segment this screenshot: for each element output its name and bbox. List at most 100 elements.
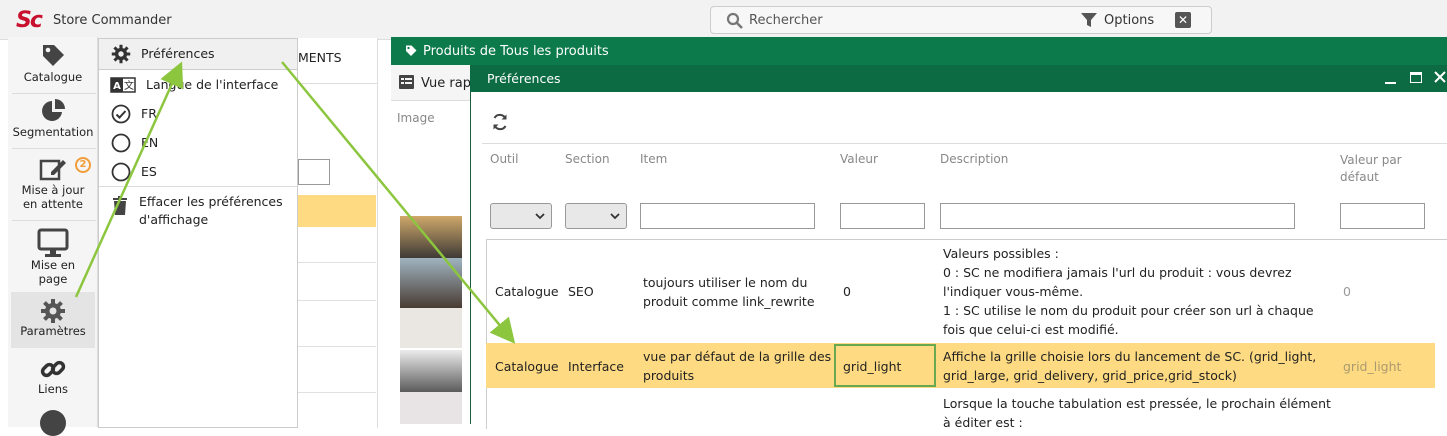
- divider: [12, 220, 96, 221]
- column-header-description[interactable]: Description: [940, 152, 1008, 166]
- chevron-down-icon: [535, 213, 545, 220]
- divider: [298, 262, 376, 263]
- cell-section: Interface: [568, 359, 624, 374]
- menu-item-label: Effacer les préférences: [139, 194, 283, 209]
- description-line: l'indiquer vous-même.: [943, 284, 1084, 299]
- column-header-default[interactable]: Valeur par défaut: [1340, 152, 1420, 186]
- cell-description: Valeurs possibles : 0 : SC ne modifiera …: [943, 244, 1314, 339]
- description-line: 0 : SC ne modifiera jamais l'url du prod…: [943, 265, 1292, 280]
- divider: [99, 186, 297, 187]
- checked-radio-icon[interactable]: [111, 104, 131, 124]
- filter-default-input[interactable]: [1340, 203, 1425, 229]
- app-logo: Sc: [16, 8, 43, 33]
- divider: [486, 239, 1447, 240]
- language-option-es[interactable]: ES: [141, 164, 157, 179]
- description-line: fois que celui-ci est modifié.: [943, 322, 1119, 337]
- image-column-header: Image: [397, 111, 435, 125]
- description-line: à éditer est :: [943, 415, 1023, 430]
- filter-valeur-input[interactable]: [840, 203, 925, 229]
- selected-row[interactable]: [298, 195, 376, 227]
- product-thumbnail: [400, 216, 462, 258]
- menu-item-clear-prefs[interactable]: Effacer les préférences d'affichage: [139, 194, 283, 227]
- dialog-title: Préférences: [487, 71, 561, 86]
- menu-item-language[interactable]: Langue de l'interface: [146, 77, 278, 92]
- column-header-outil[interactable]: Outil: [490, 152, 518, 166]
- description-line: 1 : SC utilise le nom du produit pour cr…: [943, 303, 1314, 318]
- filter-input[interactable]: [298, 159, 330, 185]
- notification-badge: 2: [75, 157, 91, 173]
- divider: [12, 93, 96, 94]
- sidebar-item-label: Liens: [38, 382, 68, 396]
- app-title: Store Commander: [53, 13, 172, 28]
- cell-valeur[interactable]: 0: [843, 282, 851, 301]
- cell-item-line: vue par défaut de la grille des: [643, 349, 832, 364]
- language-option-fr[interactable]: FR: [141, 106, 157, 121]
- sidebar-item-label: page: [38, 272, 68, 286]
- filter-description-input[interactable]: [940, 203, 1295, 229]
- column-header-valeur[interactable]: Valeur: [840, 152, 878, 166]
- cell-item-line: toujours utiliser le nom du: [643, 275, 808, 290]
- product-thumbnail: [400, 350, 462, 392]
- minimize-icon[interactable]: [1385, 82, 1396, 84]
- sidebar-item-label: Segmentation: [12, 125, 94, 139]
- sidebar-item-catalogue[interactable]: Catalogue: [8, 42, 98, 84]
- radio-icon[interactable]: [111, 133, 131, 153]
- divider: [298, 83, 378, 84]
- filter-item-input[interactable]: [640, 203, 815, 229]
- sidebar-item-layout[interactable]: Mise en page: [8, 228, 98, 286]
- dialog-header: [470, 65, 1447, 92]
- sidebar-item-links[interactable]: Liens: [8, 356, 98, 396]
- dialog-toolbar: [482, 104, 1447, 144]
- edit-icon: [39, 159, 66, 181]
- cell-section: SEO: [568, 284, 594, 299]
- description-line: Affiche la grille choisie lors du lancem…: [943, 349, 1317, 364]
- cell-item-line: produit comme link_rewrite: [643, 294, 815, 309]
- sidebar-item-label: Mise à jour: [21, 183, 85, 197]
- filter-outil-select[interactable]: [490, 203, 552, 229]
- filter-section-select[interactable]: [565, 203, 627, 229]
- link-icon: [40, 360, 66, 378]
- cell-description: Lorsque la touche tabulation est pressée…: [943, 394, 1331, 432]
- cell-outil: Catalogue: [495, 359, 559, 374]
- options-button[interactable]: Options: [1104, 13, 1154, 28]
- svg-text:A: A: [113, 81, 121, 92]
- filter-icon: [1081, 13, 1097, 27]
- list-icon: [399, 75, 414, 89]
- close-icon[interactable]: [1434, 71, 1446, 83]
- cell-valeur[interactable]: grid_light: [843, 357, 901, 376]
- tag-icon: [43, 45, 64, 66]
- sidebar-item-label: Paramètres: [20, 324, 86, 338]
- close-icon[interactable]: ✕: [1175, 12, 1191, 28]
- description-line: Lorsque la touche tabulation est pressée…: [943, 396, 1331, 411]
- sidebar-item-segmentation[interactable]: Segmentation: [8, 97, 98, 139]
- divider: [298, 392, 376, 393]
- divider: [298, 346, 376, 347]
- maximize-icon[interactable]: [1410, 72, 1422, 83]
- view-selector[interactable]: Vue rap: [421, 76, 471, 91]
- pie-chart-icon: [42, 99, 65, 121]
- trash-icon: [113, 196, 127, 215]
- cell-default: 0: [1343, 284, 1351, 299]
- column-header-item[interactable]: Item: [640, 152, 667, 166]
- language-icon: A文: [110, 77, 136, 93]
- product-thumbnail: [400, 392, 462, 424]
- radio-icon[interactable]: [111, 162, 131, 182]
- panel-title: Produits de Tous les produits: [423, 44, 609, 59]
- sidebar-item-settings[interactable]: Paramètres: [11, 292, 95, 348]
- tag-icon: [406, 45, 417, 56]
- settings-menu: [98, 38, 298, 428]
- cell-outil: Catalogue: [495, 284, 559, 299]
- search-input[interactable]: Rechercher: [749, 13, 823, 28]
- search-icon: [726, 12, 743, 29]
- language-option-en[interactable]: EN: [141, 135, 158, 150]
- cell-description: Affiche la grille choisie lors du lancem…: [943, 347, 1316, 385]
- cell-item: toujours utiliser le nom du produit comme…: [643, 273, 815, 311]
- gear-icon: [41, 299, 65, 323]
- help-icon[interactable]: [40, 410, 66, 436]
- column-header-section[interactable]: Section: [565, 152, 610, 166]
- tab-partial[interactable]: MENTS: [298, 50, 342, 65]
- svg-text:文: 文: [124, 79, 134, 92]
- refresh-icon[interactable]: [491, 113, 509, 131]
- product-thumbnail: [400, 258, 462, 308]
- product-thumbnail: [400, 308, 462, 348]
